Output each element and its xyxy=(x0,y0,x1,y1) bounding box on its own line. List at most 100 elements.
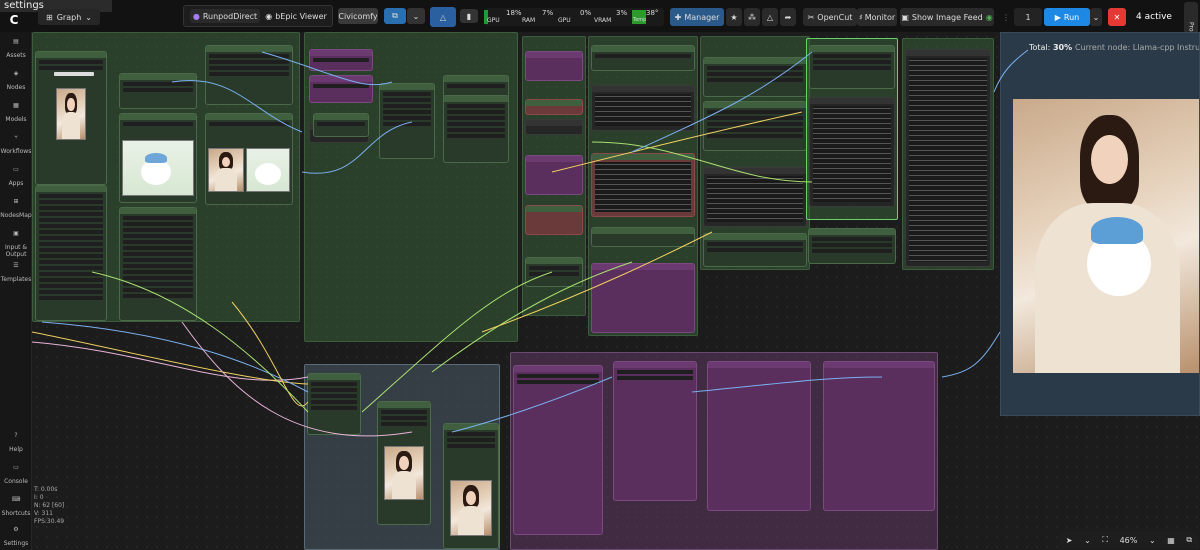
sidebar-item-label: NodesMap xyxy=(0,212,32,219)
shortcuts-button[interactable]: ⌨ Shortcuts xyxy=(0,496,32,517)
help-label: Help xyxy=(9,446,23,453)
assets-icon: ▤ xyxy=(13,38,19,45)
epic-viewer-label: bEpic Viewer xyxy=(275,11,327,21)
apps-icon: ▭ xyxy=(13,166,19,173)
minimap-icon[interactable]: ▦ xyxy=(1167,536,1175,545)
link-visibility-icon[interactable]: ⧉ xyxy=(1186,535,1192,545)
monitor-label: Monitor xyxy=(864,12,896,22)
sidebar-item-io[interactable]: ▣ Input & Output xyxy=(0,230,32,258)
image-icon: ▣ xyxy=(901,12,909,22)
puzzle-icon: ✚ xyxy=(674,12,682,22)
temp-value: 38° xyxy=(646,9,659,17)
runpod-icon: ● xyxy=(192,11,200,21)
resource-monitor: GPU 18% RAM 7% GPU 0% VRAM 3% Temp 38° xyxy=(484,8,664,26)
nodesmap-icon: ⊞ xyxy=(13,198,19,205)
keyboard-icon: ⌨ xyxy=(11,496,21,503)
canvas-controls: ➤ ⌄ ⛶ 46% ⌄ ▦ ⧉ xyxy=(1060,532,1198,548)
sidebar-item-apps[interactable]: ▭ Apps xyxy=(0,166,32,187)
top-bar: settings C ⊞ Graph ⌄ ● RunpodDirect ◉ bE… xyxy=(0,0,1200,72)
models-icon: ▦ xyxy=(13,102,19,109)
run-options-chevron-icon[interactable]: ⌄ xyxy=(1090,8,1102,26)
nodes-icon: ◈ xyxy=(13,70,19,77)
help-button[interactable]: ? Help xyxy=(0,432,32,453)
stat-fps: FPS:30.49 xyxy=(34,518,65,525)
sidebar-item-label: Workflows xyxy=(0,148,32,155)
vram-value: 3% xyxy=(616,9,628,17)
warning-icon[interactable]: △ xyxy=(762,8,778,26)
sidebar-item-label: Templates xyxy=(0,276,32,283)
performance-stats: T: 0.00s I: 0 N: 62 [60] V: 311 FPS:30.4… xyxy=(34,486,64,526)
queue-count-input[interactable]: 1 xyxy=(1014,8,1042,26)
vram-label: VRAM xyxy=(594,17,612,24)
manager-label: Manager xyxy=(684,12,720,22)
chevron-down-icon[interactable]: ⌄ xyxy=(407,8,425,24)
comfy-logo-icon[interactable]: C xyxy=(6,12,22,28)
stat-i: I: 0 xyxy=(34,494,44,501)
scissors-icon: ✂ xyxy=(807,12,815,22)
runpod-button[interactable]: ● RunpodDirect xyxy=(190,9,260,23)
sidebar-item-nodes[interactable]: ◈ Nodes xyxy=(0,70,32,91)
gpu2-value: 0% xyxy=(580,9,592,17)
settings-button[interactable]: ⚙ Settings xyxy=(0,526,32,547)
sidebar-item-workflows[interactable]: ⑂ Workflows xyxy=(0,134,32,155)
chevron-down-icon[interactable]: ⌄ xyxy=(1084,536,1091,545)
stop-button[interactable]: ✕ xyxy=(1108,8,1126,26)
zoom-level[interactable]: 46% xyxy=(1120,536,1138,545)
screen-icon[interactable]: ⧉ xyxy=(384,8,406,24)
feather-icon[interactable]: ⁂ xyxy=(744,8,760,26)
io-icon: ▣ xyxy=(13,230,19,237)
opencut-button[interactable]: ✂ OpenCut xyxy=(803,8,857,26)
gpu-label: GPU xyxy=(487,17,500,24)
pointer-icon[interactable]: ➤ xyxy=(1066,536,1073,545)
workflows-icon: ⑂ xyxy=(14,134,18,141)
civicomfy-button[interactable]: Civicomfy xyxy=(338,8,378,24)
monitor-icon: ♯ xyxy=(858,12,863,22)
templates-icon: ☰ xyxy=(13,262,19,269)
stat-v: V: 311 xyxy=(34,510,53,517)
console-icon: ▭ xyxy=(13,464,19,471)
logo-button[interactable]: △ xyxy=(430,7,456,27)
image-feed-button[interactable]: ▣ Show Image Feed ◉ xyxy=(900,8,994,26)
stat-time: T: 0.00s xyxy=(34,486,58,493)
stat-nodes: N: 62 [60] xyxy=(34,502,65,509)
console-label: Console xyxy=(4,478,28,485)
sidebar-item-assets[interactable]: ▤ Assets xyxy=(0,38,32,59)
graph-tab-label: Graph xyxy=(56,12,82,22)
play-icon: ▶ xyxy=(1054,12,1061,22)
node-graph-canvas[interactable]: Total: 30% Current node: Llama-cpp Instr… xyxy=(32,32,1200,550)
gpu2-label: GPU xyxy=(558,17,571,24)
bookmark-icon[interactable]: ▮ xyxy=(460,9,478,23)
sidebar-item-models[interactable]: ▦ Models xyxy=(0,102,32,123)
sidebar-item-label: Nodes xyxy=(6,84,26,91)
ram-value: 7% xyxy=(542,9,554,17)
drag-handle-icon[interactable]: ⋮ xyxy=(1002,8,1010,26)
epic-viewer-button[interactable]: ◉ bEpic Viewer xyxy=(265,9,327,23)
run-button[interactable]: ▶ Run xyxy=(1044,8,1090,26)
temp-label: Temp xyxy=(633,17,647,23)
graph-icon: ⊞ xyxy=(46,12,53,22)
active-queue-badge[interactable]: 4 active xyxy=(1130,8,1178,26)
help-icon: ? xyxy=(14,432,18,439)
chevron-down-icon: ⌄ xyxy=(85,12,92,22)
console-button[interactable]: ▭ Console xyxy=(0,464,32,485)
star-icon[interactable]: ★ xyxy=(726,8,742,26)
gear-icon: ⚙ xyxy=(13,526,19,533)
fit-view-icon[interactable]: ⛶ xyxy=(1102,535,1108,545)
image-feed-label: Show Image Feed xyxy=(911,12,983,22)
runpod-label: RunpodDirect xyxy=(202,11,258,21)
gpu-value: 18% xyxy=(506,9,522,17)
eye-icon: ◉ xyxy=(265,11,273,21)
manager-button[interactable]: ✚ Manager xyxy=(670,8,724,26)
sidebar-item-nodesmap[interactable]: ⊞ NodesMap xyxy=(0,198,32,219)
sidebar-item-label: Input & Output xyxy=(4,244,28,258)
chevron-down-icon[interactable]: ⌄ xyxy=(1149,536,1156,545)
toggle-icon: ◉ xyxy=(985,12,993,22)
sidebar-item-label: Assets xyxy=(6,52,26,59)
monitor-button[interactable]: ♯ Monitor xyxy=(857,8,897,26)
share-icon[interactable]: ➦ xyxy=(780,8,796,26)
sidebar-item-label: Models xyxy=(5,116,27,123)
graph-tab[interactable]: ⊞ Graph ⌄ xyxy=(38,9,100,25)
opencut-label: OpenCut xyxy=(817,12,853,22)
left-sidebar: ▤ Assets ◈ Nodes ▦ Models ⑂ Workflows ▭ Apps … xyxy=(0,32,32,550)
sidebar-item-templates[interactable]: ☰ Templates xyxy=(0,262,32,283)
